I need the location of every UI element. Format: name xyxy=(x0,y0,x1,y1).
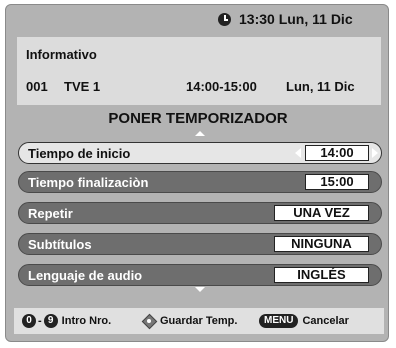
channel-name: TVE 1 xyxy=(64,79,101,94)
intro-label: Intro Nro. xyxy=(61,315,112,327)
numeric-entry-hint: 0 - 9 Intro Nro. xyxy=(22,313,111,329)
subtitles-value[interactable]: NINGUNA xyxy=(274,236,369,252)
clock-display: 13:30 Lun, 11 Dic xyxy=(218,9,353,29)
save-label: Guardar Temp. xyxy=(160,315,238,327)
program-details: 001 TVE 1 14:00-15:00 Lun, 11 Dic xyxy=(26,79,376,95)
row-label: Repetir xyxy=(28,206,73,221)
row-start-time[interactable]: Tiempo de inicio 14:00 xyxy=(18,142,382,164)
arrow-right-icon[interactable] xyxy=(372,148,378,158)
arrow-left-icon[interactable] xyxy=(295,148,301,158)
key-9-icon: 9 xyxy=(43,314,58,328)
program-time-range: 14:00-15:00 xyxy=(186,79,257,94)
menu-key-icon: MENU xyxy=(259,314,299,328)
save-timer-hint: Guardar Temp. xyxy=(142,313,237,329)
clock-text: 13:30 Lun, 11 Dic xyxy=(239,11,353,27)
help-bar: 0 - 9 Intro Nro. Guardar Temp. MENU Canc… xyxy=(14,308,384,334)
navigation-pad-icon xyxy=(142,314,156,328)
key-range-dash: - xyxy=(38,315,42,327)
cancel-label: Cancelar xyxy=(302,315,349,327)
scroll-up-icon[interactable] xyxy=(195,131,205,136)
program-date: Lun, 11 Dic xyxy=(286,79,355,94)
key-0-icon: 0 xyxy=(22,314,36,328)
row-subtitles[interactable]: Subtítulos NINGUNA xyxy=(18,233,382,255)
program-title: Informativo xyxy=(26,47,97,62)
scroll-down-icon[interactable] xyxy=(195,287,205,292)
channel-number: 001 xyxy=(26,79,48,94)
clock-icon xyxy=(218,12,231,26)
start-time-value[interactable]: 14:00 xyxy=(305,145,369,161)
row-label: Tiempo finalizaciòn xyxy=(28,175,149,190)
row-label: Lenguaje de audio xyxy=(28,268,143,283)
row-audio-language[interactable]: Lenguaje de audio INGLÉS xyxy=(18,264,382,286)
repeat-value[interactable]: UNA VEZ xyxy=(274,205,369,221)
row-label: Tiempo de inicio xyxy=(28,146,131,161)
cancel-hint: MENU Cancelar xyxy=(259,313,349,329)
program-info-panel: Informativo 001 TVE 1 14:00-15:00 Lun, 1… xyxy=(17,37,381,105)
end-time-value[interactable]: 15:00 xyxy=(305,174,369,190)
audio-language-value[interactable]: INGLÉS xyxy=(274,267,369,283)
row-label: Subtítulos xyxy=(28,237,92,252)
row-repeat[interactable]: Repetir UNA VEZ xyxy=(18,202,382,224)
dialog-heading: PONER TEMPORIZADOR xyxy=(108,110,288,127)
row-end-time[interactable]: Tiempo finalizaciòn 15:00 xyxy=(18,171,382,193)
